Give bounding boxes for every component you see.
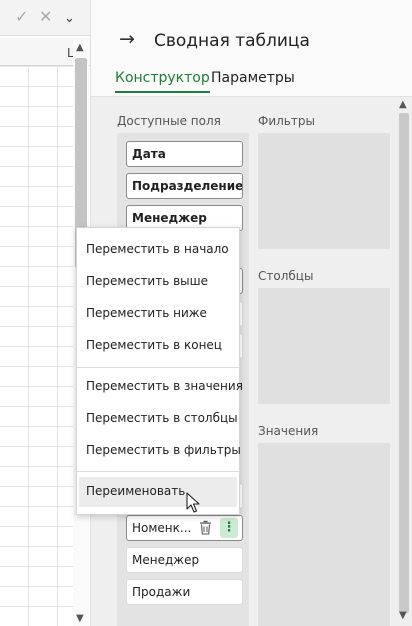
columns-drop-zone[interactable] [258, 288, 390, 404]
filters-drop-zone[interactable] [258, 133, 390, 249]
values-drop-zone[interactable] [258, 443, 390, 626]
scroll-down-icon[interactable]: ▼ [76, 613, 84, 624]
available-fields-label: Доступные поля [117, 114, 221, 128]
chevron-down-icon[interactable]: ⌄ [64, 10, 75, 28]
scroll-up-icon[interactable]: ▲ [399, 99, 407, 110]
field-item[interactable]: Продажи [126, 579, 243, 605]
menu-item-move-to-end[interactable]: Переместить в конец [77, 331, 239, 361]
field-item[interactable]: Дата [126, 141, 243, 167]
field-item[interactable]: Менеджер [126, 547, 243, 573]
menu-separator [77, 471, 239, 472]
trash-icon[interactable] [199, 520, 213, 536]
field-item-selected[interactable]: Номенк... ⋮ [126, 515, 243, 541]
more-vertical-icon[interactable]: ⋮ [220, 518, 238, 538]
mouse-cursor-icon [186, 492, 200, 513]
menu-item-move-to-filters[interactable]: Переместить в фильтры [77, 436, 241, 466]
menu-item-rename[interactable]: Переименовать [79, 477, 237, 507]
menu-item-move-up[interactable]: Переместить выше [77, 267, 239, 297]
panel-scrollbar[interactable]: ▲ ▼ [397, 97, 411, 626]
trash-icon-svg [200, 520, 211, 535]
scroll-up-icon[interactable]: ▲ [76, 42, 84, 53]
cancel-icon[interactable]: ✕ [39, 8, 52, 26]
arrow-right-icon[interactable]: → [119, 29, 135, 49]
tab-parameters[interactable]: Параметры [211, 70, 295, 91]
panel-title: Сводная таблица [154, 31, 310, 51]
menu-separator [77, 367, 239, 368]
cell-grid[interactable] [0, 66, 74, 626]
values-label: Значения [258, 424, 319, 438]
menu-item-move-to-columns[interactable]: Переместить в столбцы [77, 404, 239, 434]
field-item-label: Номенк... [132, 521, 192, 535]
formula-bar: ✓ ✕ ⌄ [0, 0, 90, 36]
panel-header: → Сводная таблица Конструктор Параметры [91, 0, 412, 96]
scroll-down-icon[interactable]: ▼ [399, 610, 407, 621]
tab-constructor[interactable]: Конструктор [115, 70, 210, 93]
filters-label: Фильтры [258, 114, 315, 128]
field-context-menu: Переместить в начало Переместить выше Пе… [76, 227, 243, 515]
field-item[interactable]: Подразделение [126, 173, 243, 199]
columns-label: Столбцы [258, 269, 314, 283]
accept-icon[interactable]: ✓ [15, 8, 28, 26]
scrollbar-thumb[interactable] [399, 113, 409, 613]
menu-item-move-to-start[interactable]: Переместить в начало [77, 235, 239, 265]
menu-item-move-to-values[interactable]: Переместить в значения [77, 372, 243, 402]
menu-item-move-down[interactable]: Переместить ниже [77, 299, 239, 329]
